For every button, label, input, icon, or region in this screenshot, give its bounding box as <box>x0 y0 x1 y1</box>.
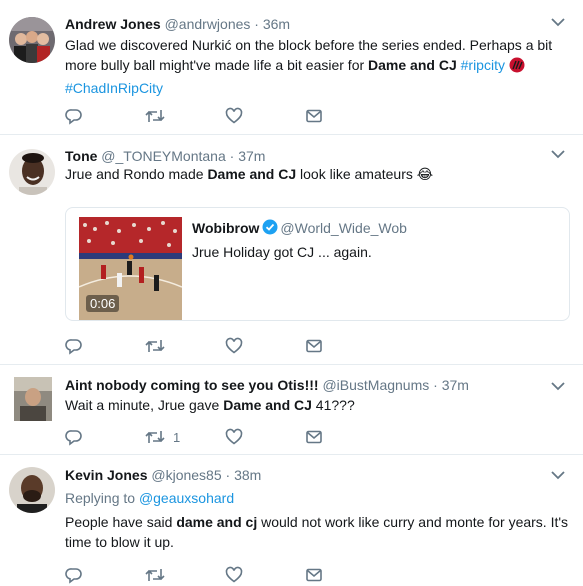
bold-keyword: dame and cj <box>176 514 258 530</box>
tweet-actions: 1 <box>65 427 365 447</box>
more-options-icon[interactable] <box>551 378 565 394</box>
separator-dot: · <box>225 467 231 483</box>
reply-button[interactable] <box>65 106 83 126</box>
quoted-tweet[interactable]: 0:06 Wobibrow @World_Wide_Wob Jrue Holida… <box>65 207 570 321</box>
tweet-header: Andrew Jones @andrwjones · 36m <box>65 15 290 33</box>
direct-message-button[interactable] <box>305 106 323 126</box>
timestamp[interactable]: 37m <box>442 377 469 393</box>
bold-keyword: Dame and CJ <box>368 57 457 73</box>
retweet-icon <box>145 431 165 443</box>
display-name[interactable]: Aint nobody coming to see you Otis!!! <box>65 377 319 393</box>
avatar[interactable] <box>9 467 55 513</box>
direct-message-button[interactable] <box>305 427 323 447</box>
bold-keyword: Dame and CJ <box>207 166 297 182</box>
avatar[interactable] <box>9 149 55 195</box>
reply-icon <box>65 339 82 355</box>
retweet-button[interactable]: 1 <box>145 427 180 447</box>
user-handle[interactable]: @andrwjones <box>165 16 251 32</box>
timestamp[interactable]: 37m <box>238 148 265 164</box>
tweet-header: Aint nobody coming to see you Otis!!! @i… <box>65 376 469 394</box>
display-name[interactable]: Tone <box>65 148 97 164</box>
reply-button[interactable] <box>65 336 83 356</box>
more-options-icon[interactable] <box>551 146 565 162</box>
timestamp[interactable]: 38m <box>234 467 261 483</box>
reply-icon <box>65 109 82 125</box>
direct-message-button[interactable] <box>305 336 323 356</box>
separator-dot: · <box>254 16 259 32</box>
avatar[interactable] <box>14 377 52 421</box>
more-options-icon[interactable] <box>551 14 565 30</box>
tweet-actions <box>65 336 365 356</box>
tweet-header: Tone @_TONEYMontana · 37m <box>65 147 265 165</box>
retweet-button[interactable] <box>145 106 165 126</box>
envelope-icon <box>306 109 322 123</box>
bold-keyword: Dame and CJ <box>223 397 312 413</box>
user-photo-tone-icon <box>9 149 55 195</box>
reply-icon <box>65 430 82 446</box>
user-photo-kevin-icon <box>9 467 55 513</box>
tweet-3[interactable]: Aint nobody coming to see you Otis!!! @i… <box>0 365 583 455</box>
heart-icon <box>225 428 243 445</box>
hashtag-chadinripcity[interactable]: #ChadInRipCity <box>65 80 163 96</box>
heart-icon <box>225 566 243 583</box>
retweet-button[interactable] <box>145 336 165 356</box>
reply-icon <box>65 568 82 584</box>
quoted-tweet-header: Wobibrow @World_Wide_Wob <box>192 219 407 239</box>
separator-dot: · <box>433 377 438 393</box>
retweet-button[interactable] <box>145 565 165 585</box>
hashtag-ripcity[interactable]: #ripcity <box>461 57 505 73</box>
tweet-header: Kevin Jones @kjones85 · 38m <box>65 466 261 484</box>
replying-to-handle[interactable]: @geauxsohard <box>139 490 234 506</box>
retweet-count: 1 <box>173 429 181 445</box>
reply-button[interactable] <box>65 565 83 585</box>
envelope-icon <box>306 430 322 444</box>
tweet-text: Jrue and Rondo made Dame and CJ look lik… <box>65 166 434 182</box>
video-duration: 0:06 <box>86 295 120 312</box>
quoted-display-name[interactable]: Wobibrow <box>192 220 259 236</box>
tweet-actions <box>65 565 365 585</box>
like-button[interactable] <box>225 336 243 356</box>
quoted-tweet-text: Jrue Holiday got CJ ... again. <box>192 244 372 260</box>
video-thumbnail[interactable]: 0:06 <box>79 217 182 320</box>
laughing-emoji-icon: 😂 <box>416 166 434 182</box>
retweet-icon <box>145 569 165 581</box>
retweet-icon <box>145 110 165 122</box>
reply-button[interactable] <box>65 427 83 447</box>
tweet-text: Glad we discovered Nurkić on the block b… <box>65 37 553 96</box>
retweet-icon <box>145 340 165 352</box>
quoted-user-handle[interactable]: @World_Wide_Wob <box>280 220 407 236</box>
heart-icon <box>225 337 243 354</box>
heart-icon <box>225 107 243 124</box>
avatar[interactable] <box>9 17 55 63</box>
more-options-icon[interactable] <box>551 467 565 483</box>
tweet-2[interactable]: Tone @_TONEYMontana · 37m Jrue and Rondo… <box>0 135 583 365</box>
like-button[interactable] <box>225 427 243 447</box>
display-name[interactable]: Andrew Jones <box>65 16 161 32</box>
replying-to-line: Replying to @geauxsohard <box>65 490 235 506</box>
separator-dot: · <box>229 148 235 164</box>
timestamp[interactable]: 36m <box>263 16 290 32</box>
user-handle[interactable]: @iBustMagnums <box>322 377 429 393</box>
tweet-text: Wait a minute, Jrue gave Dame and CJ 41?… <box>65 397 355 413</box>
tweet-actions <box>65 106 365 126</box>
tweet-1[interactable]: Andrew Jones @andrwjones · 36m Glad we d… <box>0 0 583 135</box>
tweet-4[interactable]: Kevin Jones @kjones85 · 38m Replying to … <box>0 455 583 586</box>
envelope-icon <box>306 339 322 353</box>
display-name[interactable]: Kevin Jones <box>65 467 147 483</box>
trail-blazers-icon <box>509 57 525 78</box>
direct-message-button[interactable] <box>305 565 323 585</box>
verified-badge-icon <box>262 219 278 239</box>
like-button[interactable] <box>225 106 243 126</box>
like-button[interactable] <box>225 565 243 585</box>
user-photo-otis-icon <box>14 377 52 421</box>
user-photo-andrew-icon <box>9 17 55 63</box>
tweet-text: People have said dame and cj would not w… <box>65 514 569 550</box>
envelope-icon <box>306 568 322 582</box>
user-handle[interactable]: @kjones85 <box>151 467 221 483</box>
user-handle[interactable]: @_TONEYMontana <box>101 148 225 164</box>
